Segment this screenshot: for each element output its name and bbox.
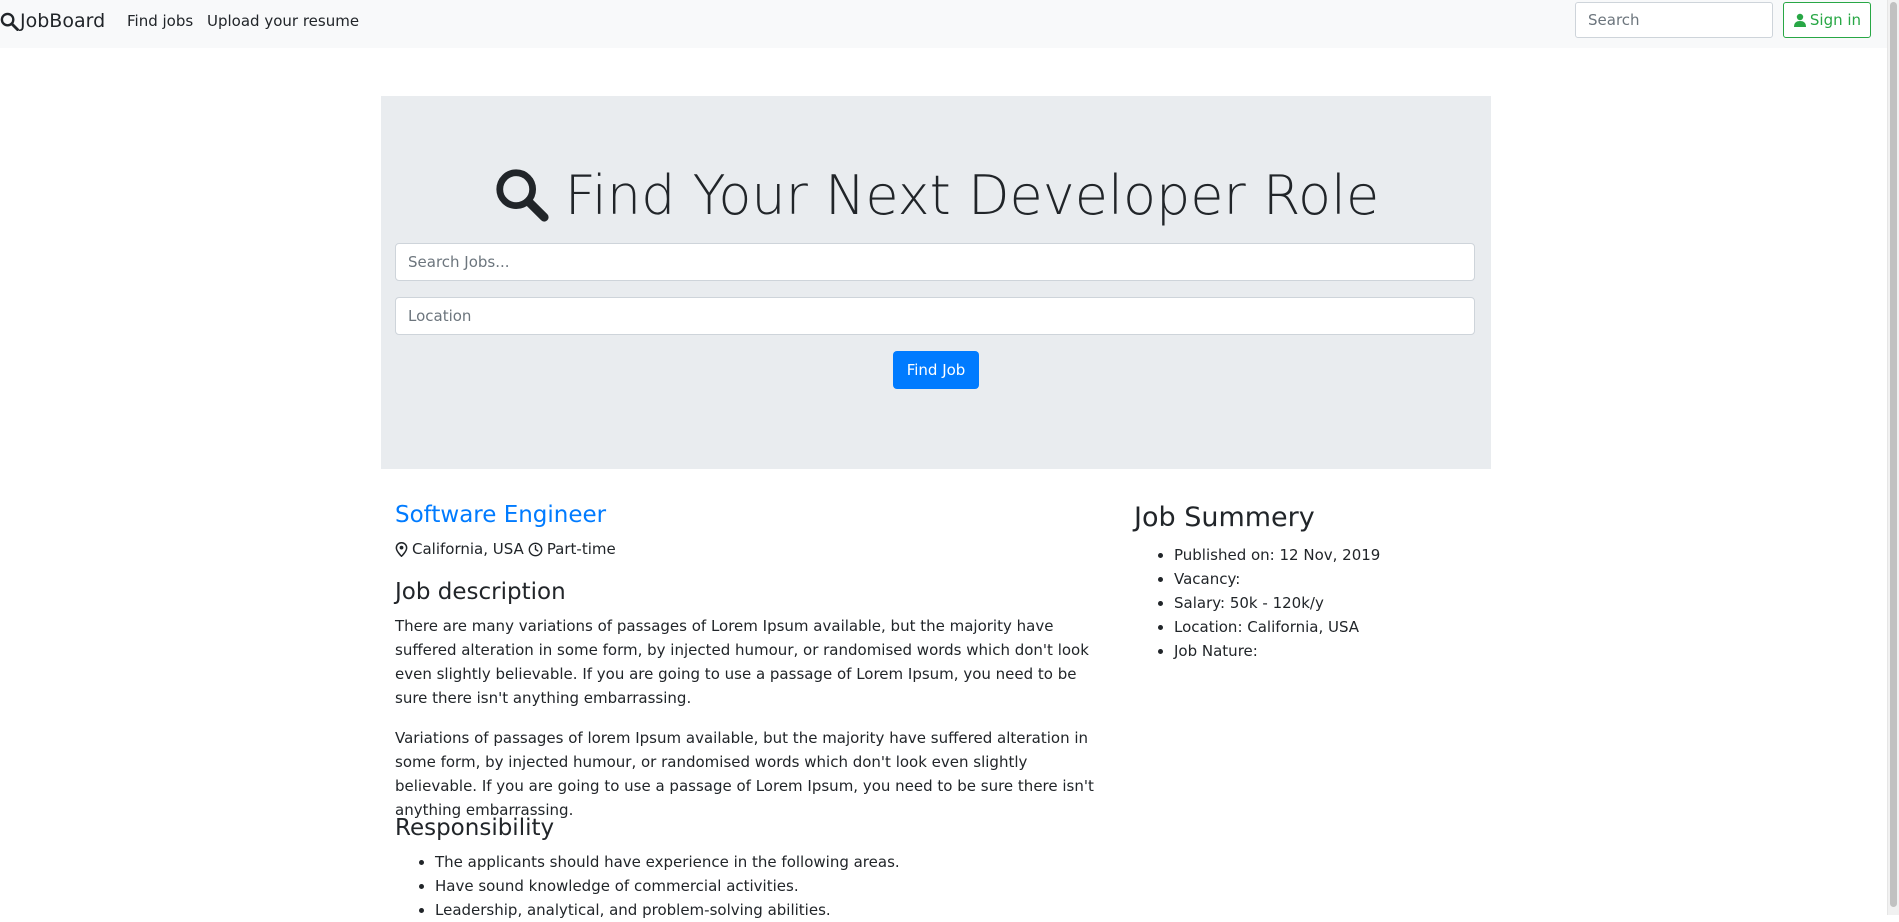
job-meta: California, USA Part-time xyxy=(395,540,616,558)
clock-icon xyxy=(528,542,543,557)
list-item: The applicants should have experience in… xyxy=(435,850,1135,874)
hero-heading: Find Your Next Developer Role xyxy=(564,163,1380,227)
job-description-paragraph-1: There are many variations of passages of… xyxy=(395,617,1089,707)
page-scrollbar[interactable] xyxy=(1887,0,1899,915)
signin-button[interactable]: Sign in xyxy=(1783,2,1871,38)
responsibility-list: The applicants should have experience in… xyxy=(395,850,1135,922)
brand-link[interactable]: JobBoard xyxy=(0,9,105,33)
summary-salary: Salary: 50k - 120k/y xyxy=(1174,591,1514,615)
summary-published: Published on: 12 Nov, 2019 xyxy=(1174,543,1514,567)
summary-job-nature: Job Nature: xyxy=(1174,639,1514,663)
nav-find-jobs[interactable]: Find jobs xyxy=(127,12,193,30)
job-description-paragraph-2: Variations of passages of lorem Ipsum av… xyxy=(395,729,1094,819)
summary-vacancy: Vacancy: xyxy=(1174,567,1514,591)
job-type: Part-time xyxy=(546,540,616,558)
location-input[interactable] xyxy=(395,297,1475,335)
job-description-heading: Job description xyxy=(395,579,566,605)
navbar: JobBoard Find jobs Upload your resume Si… xyxy=(0,0,1888,48)
find-job-button[interactable]: Find Job xyxy=(893,351,979,389)
scrollbar-thumb[interactable] xyxy=(1890,2,1897,907)
brand-label: JobBoard xyxy=(20,10,106,32)
summary-location: Location: California, USA xyxy=(1174,615,1514,639)
signin-label: Sign in xyxy=(1809,11,1862,29)
job-summary-list: Published on: 12 Nov, 2019 Vacancy: Sala… xyxy=(1134,543,1514,663)
search-icon xyxy=(0,12,19,31)
list-item: Have sound knowledge of commercial activ… xyxy=(435,874,1135,898)
navbar-search-input[interactable] xyxy=(1575,2,1773,38)
job-summary-heading: Job Summery xyxy=(1134,502,1315,533)
hero-title: Find Your Next Developer Role xyxy=(381,160,1491,230)
job-title-link[interactable]: Software Engineer xyxy=(395,502,606,528)
responsibility-heading: Responsibility xyxy=(395,815,555,841)
nav-upload-resume[interactable]: Upload your resume xyxy=(207,12,359,30)
job-search-input[interactable] xyxy=(395,243,1475,281)
map-marker-icon xyxy=(395,541,408,557)
search-icon xyxy=(493,166,551,224)
list-item: Leadership, analytical, and problem-solv… xyxy=(435,898,1135,922)
user-icon xyxy=(1793,13,1807,27)
hero-jumbotron: Find Your Next Developer Role Find Job xyxy=(381,96,1491,469)
job-location: California, USA xyxy=(412,540,524,558)
